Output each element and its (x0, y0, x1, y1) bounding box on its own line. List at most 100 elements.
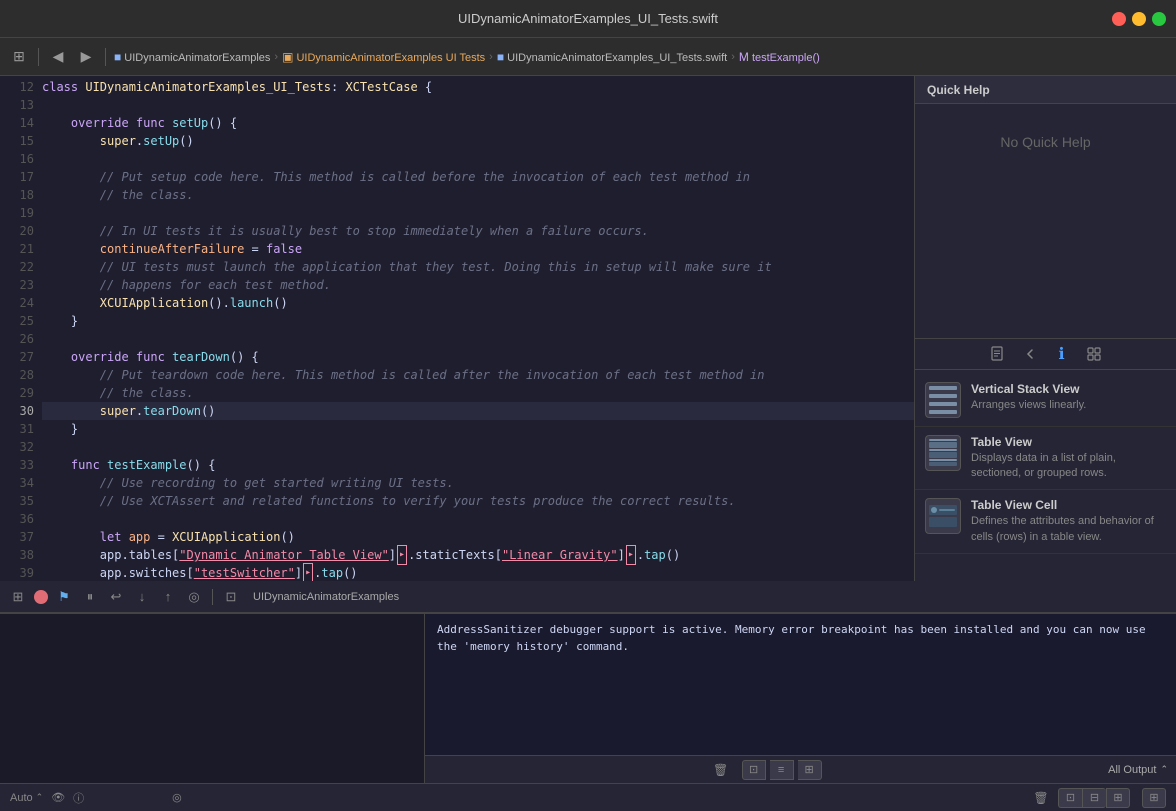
toolbar-divider-2 (105, 48, 106, 66)
maximize-btn[interactable] (1152, 12, 1166, 26)
trash-icon[interactable]: 🗑 (1032, 789, 1050, 807)
breadcrumb-sep-1: › (274, 51, 278, 63)
window-title: UIDynamicAnimatorExamples_UI_Tests.swift (458, 11, 718, 26)
ln-16: 16 (0, 150, 34, 168)
code-line-25: } (42, 312, 914, 330)
title-bar: UIDynamicAnimatorExamples_UI_Tests.swift (0, 0, 1176, 38)
tableview-name: Table View (971, 435, 1166, 449)
tableviewcell-icon (925, 498, 961, 534)
tableviewcell-desc: Defines the attributes and behavior of c… (971, 514, 1166, 545)
ln-22: 22 (0, 258, 34, 276)
eye-icon[interactable]: 👁 (51, 791, 65, 804)
grid-view-btn[interactable]: ⊞ (1142, 788, 1166, 808)
status-info-icon[interactable]: ⓘ (73, 790, 84, 806)
library-item-tableviewcell[interactable]: Table View Cell Defines the attributes a… (915, 490, 1176, 554)
breadcrumb: ■ UIDynamicAnimatorExamples › ▣ UIDynami… (114, 50, 820, 64)
code-line-15: super.setUp() (42, 132, 914, 150)
line-numbers: 12 13 14 15 16 17 18 19 20 21 22 23 24 2… (0, 76, 42, 581)
ln-30: 30 (0, 402, 34, 420)
vstack-name: Vertical Stack View (971, 382, 1086, 396)
ln-15: 15 (0, 132, 34, 150)
ln-35: 35 (0, 492, 34, 510)
debug-location-icon[interactable]: ◎ (184, 587, 204, 607)
ln-19: 19 (0, 204, 34, 222)
console-panel: AddressSanitizer debugger support is act… (425, 614, 1176, 783)
output-label-text: All Output (1108, 764, 1156, 776)
debug-bar: ⊞ ⚑ ⏸ ↩ ↓ ↑ ◎ ⊡ UIDynamicAnimatorExample… (0, 581, 1176, 613)
layout-btn-1[interactable]: ⊡ (1058, 788, 1082, 808)
step-over-icon[interactable]: ↩ (106, 587, 126, 607)
code-line-14: override func setUp() { (42, 114, 914, 132)
code-line-33: func testExample() { (42, 456, 914, 474)
ln-21: 21 (0, 240, 34, 258)
breadcrumb-item-4[interactable]: M testExample() (739, 50, 820, 64)
library-items-list: Vertical Stack View Arranges views linea… (915, 370, 1176, 582)
view-btn-2[interactable]: ≡ (770, 760, 794, 780)
view-toggle-icon[interactable]: ⊞ (8, 587, 28, 607)
ln-20: 20 (0, 222, 34, 240)
library-item-vstack[interactable]: Vertical Stack View Arranges views linea… (915, 374, 1176, 427)
close-btn[interactable] (1112, 12, 1126, 26)
minimize-btn[interactable] (1132, 12, 1146, 26)
breakpoint-stop-btn[interactable] (34, 590, 48, 604)
layout-btn-2[interactable]: ⊟ (1082, 788, 1106, 808)
scheme-label: UIDynamicAnimatorExamples (253, 591, 399, 603)
view-mode-buttons: ⊡ ≡ ⊞ (742, 760, 822, 780)
clear-console-icon[interactable]: 🗑 (712, 761, 730, 779)
code-line-21: continueAfterFailure = false (42, 240, 914, 258)
bottom-panels: AddressSanitizer debugger support is act… (0, 613, 1176, 783)
pause-icon[interactable]: ⏸ (80, 587, 100, 607)
breadcrumb-item-2[interactable]: ▣ UIDynamicAnimatorExamples UI Tests (282, 50, 485, 64)
step-out-icon[interactable]: ↑ (158, 587, 178, 607)
code-line-17: // Put setup code here. This method is c… (42, 168, 914, 186)
main-area: 12 13 14 15 16 17 18 19 20 21 22 23 24 2… (0, 76, 1176, 581)
code-line-18: // the class. (42, 186, 914, 204)
memory-icon[interactable]: ⊡ (221, 587, 241, 607)
grid-icon[interactable]: ⊞ (8, 46, 30, 68)
layout-buttons: ⊡ ⊟ ⊞ (1058, 788, 1130, 808)
output-chevron: ⌃ (1160, 764, 1168, 775)
auto-text: Auto (10, 792, 33, 804)
breadcrumb-item-3[interactable]: ■ UIDynamicAnimatorExamples_UI_Tests.swi… (497, 50, 727, 64)
ln-37: 37 (0, 528, 34, 546)
library-grid-icon[interactable] (1084, 344, 1104, 364)
step-in-icon[interactable]: ↓ (132, 587, 152, 607)
tableviewcell-name: Table View Cell (971, 498, 1166, 512)
library-info-icon[interactable]: ℹ (1052, 344, 1072, 364)
view-btn-1[interactable]: ⊡ (742, 760, 766, 780)
code-line-20: // In UI tests it is usually best to sto… (42, 222, 914, 240)
code-line-29: // the class. (42, 384, 914, 402)
code-lines[interactable]: class UIDynamicAnimatorExamples_UI_Tests… (42, 76, 914, 581)
library-doc-icon[interactable] (988, 344, 1008, 364)
ln-28: 28 (0, 366, 34, 384)
breadcrumb-sep-3: › (731, 51, 735, 63)
code-line-37: let app = XCUIApplication() (42, 528, 914, 546)
quick-help-panel: Quick Help No Quick Help ℹ (914, 76, 1176, 581)
ln-29: 29 (0, 384, 34, 402)
forward-button[interactable]: ▶ (75, 46, 97, 68)
code-editor: 12 13 14 15 16 17 18 19 20 21 22 23 24 2… (0, 76, 914, 581)
quick-help-title: Quick Help (927, 83, 990, 97)
library-item-tableview[interactable]: Table View Displays data in a list of pl… (915, 427, 1176, 491)
breadcrumb-item-1[interactable]: ■ UIDynamicAnimatorExamples (114, 50, 270, 64)
code-line-39: app.switches["testSwitcher"]▸.tap() (42, 564, 914, 581)
location-icon[interactable]: ◎ (172, 791, 182, 804)
view-btn-3[interactable]: ⊞ (798, 760, 822, 780)
auto-label[interactable]: Auto ⌃ (10, 792, 43, 804)
console-output: AddressSanitizer debugger support is act… (425, 614, 1176, 755)
flag-icon[interactable]: ⚑ (54, 587, 74, 607)
output-label[interactable]: All Output ⌃ (1108, 764, 1168, 776)
output-selector: All Output ⌃ (1108, 764, 1168, 776)
code-content: 12 13 14 15 16 17 18 19 20 21 22 23 24 2… (0, 76, 914, 581)
library-back-icon[interactable] (1020, 344, 1040, 364)
back-button[interactable]: ◀ (47, 46, 69, 68)
title-bar-controls (1112, 12, 1166, 26)
ln-27: 27 (0, 348, 34, 366)
code-line-31: } (42, 420, 914, 438)
status-bar: Auto ⌃ 👁 ⓘ ◎ 🗑 ⊡ ⊟ ⊞ ⊞ (0, 783, 1176, 811)
ln-14: 14 (0, 114, 34, 132)
ln-17: 17 (0, 168, 34, 186)
code-line-34: // Use recording to get started writing … (42, 474, 914, 492)
ln-24: 24 (0, 294, 34, 312)
layout-btn-3[interactable]: ⊞ (1106, 788, 1130, 808)
